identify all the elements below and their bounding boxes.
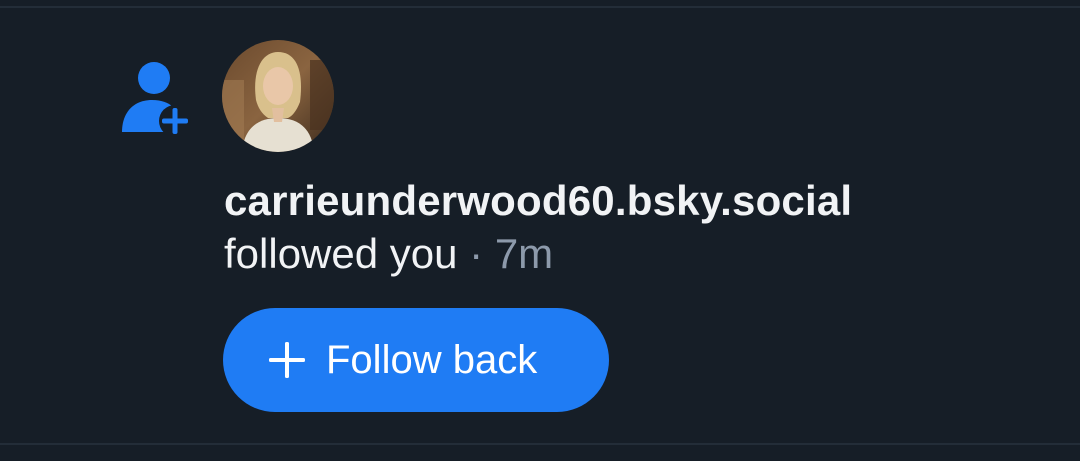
timestamp: 7m [494,230,554,277]
bottom-divider [0,443,1080,445]
separator-dot: · [469,230,484,277]
action-text: followed you [224,230,458,277]
follow-back-label: Follow back [326,338,538,382]
user-avatar[interactable] [222,40,334,152]
person-add-icon [118,58,194,138]
follow-back-button[interactable]: Follow back [223,308,609,412]
user-handle[interactable]: carrieunderwood60.bsky.social [224,177,852,225]
plus-icon [269,342,305,378]
follow-notification[interactable]: carrieunderwood60.bsky.social followed y… [0,8,1080,443]
notification-meta: followed you · 7m [224,230,553,278]
